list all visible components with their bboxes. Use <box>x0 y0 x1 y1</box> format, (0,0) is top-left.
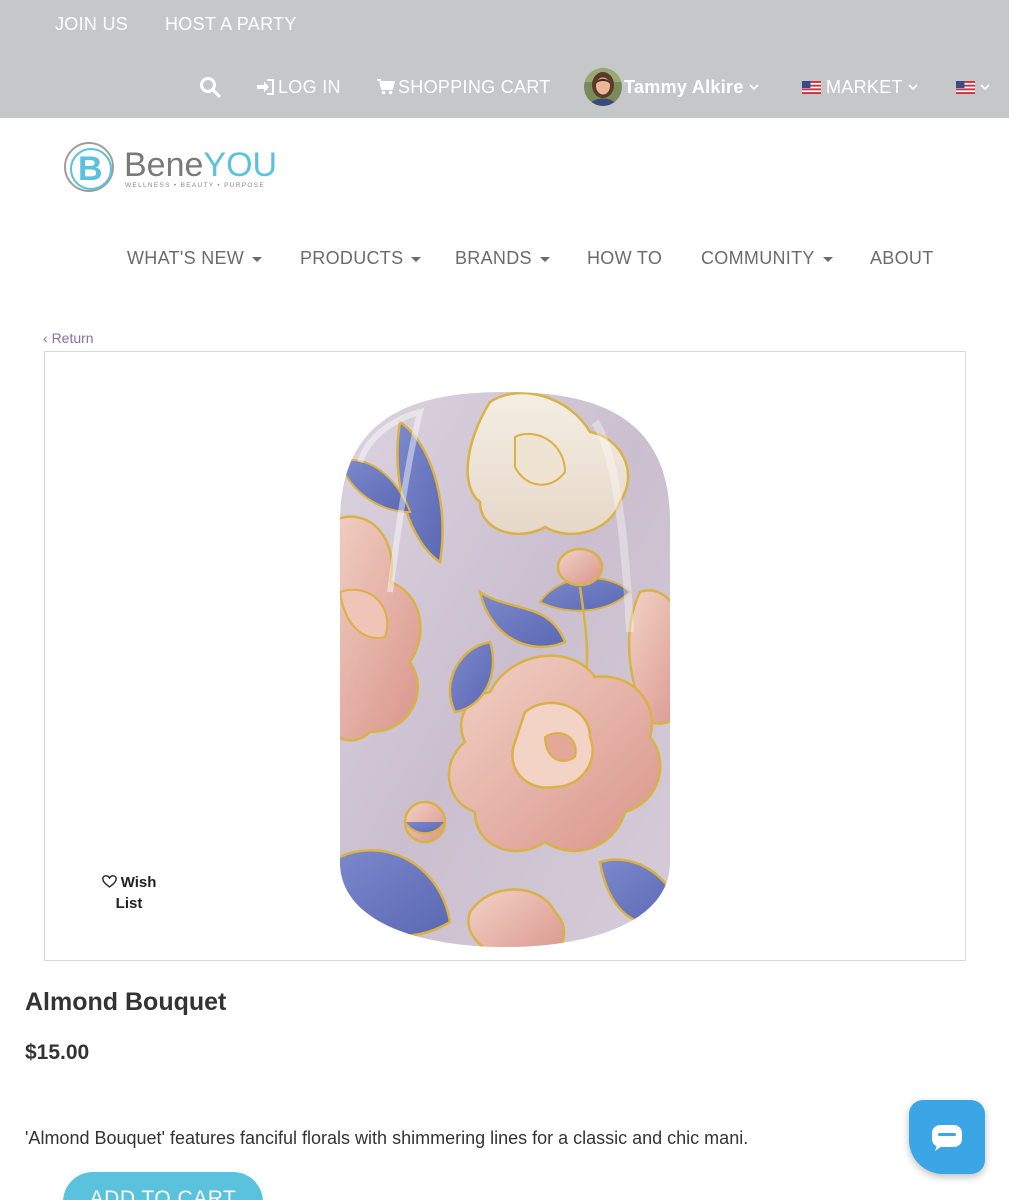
heart-outline-icon <box>101 875 117 888</box>
nav-how-to[interactable]: HOW TO <box>587 248 662 269</box>
chevron-down-icon <box>980 83 990 90</box>
logo-tagline: WELLNESS • BEAUTY • PURPOSE <box>125 182 265 189</box>
nav-label: COMMUNITY <box>701 248 815 268</box>
nav-label: WHAT'S NEW <box>127 248 245 268</box>
us-flag-icon <box>956 80 975 94</box>
svg-text:BeneYOU: BeneYOU <box>124 146 277 184</box>
product-price: $15.00 <box>25 1041 90 1064</box>
product-description: 'Almond Bouquet' features fanciful flora… <box>25 1128 749 1148</box>
login-label: LOG IN <box>278 76 341 97</box>
nav-label: ABOUT <box>870 248 934 268</box>
user-name: Tammy Alkire <box>624 76 744 97</box>
logo-name-part1: Bene <box>124 146 203 184</box>
market-selector[interactable]: MARKET <box>802 74 918 100</box>
chevron-down-icon <box>908 83 918 90</box>
chat-widget-button[interactable] <box>909 1100 985 1174</box>
chevron-down-icon <box>749 83 759 90</box>
chevron-left-icon: ‹ <box>43 330 48 346</box>
shopping-cart-link[interactable]: SHOPPING CART <box>377 74 551 100</box>
nav-label: BRANDS <box>455 248 532 268</box>
logo-letter: B <box>78 150 103 188</box>
beneyou-logo[interactable]: B BeneYOU WELLNESS • BEAUTY • PURPOSE <box>62 140 292 196</box>
caret-down-icon <box>252 257 263 262</box>
nav-label: PRODUCTS <box>300 248 404 268</box>
wish-list-label-line2: List <box>115 895 143 912</box>
chat-bubble-icon <box>932 1125 962 1151</box>
search-button[interactable] <box>199 74 221 100</box>
logo-name-part2: YOU <box>203 146 277 184</box>
search-icon <box>200 77 221 98</box>
product-title: Almond Bouquet <box>25 988 227 1016</box>
caret-down-icon <box>411 257 422 262</box>
nav-community[interactable]: COMMUNITY <box>701 248 833 269</box>
language-selector[interactable] <box>956 74 990 100</box>
main-navigation: WHAT'S NEW PRODUCTS BRANDS HOW TO COMMUN… <box>0 248 1009 274</box>
nav-about[interactable]: ABOUT <box>870 248 934 269</box>
return-label: Return <box>51 330 94 346</box>
nav-brands[interactable]: BRANDS <box>455 248 550 269</box>
top-utility-bar: JOIN US HOST A PARTY LOG IN SHOPPING CAR… <box>0 0 1009 118</box>
wish-list-label-line1: Wish <box>120 874 157 891</box>
shopping-cart-icon <box>377 79 395 95</box>
user-menu[interactable]: Tammy Alkire <box>584 68 759 106</box>
return-link[interactable]: ‹ Return <box>43 330 94 346</box>
add-to-cart-button[interactable]: ADD TO CART <box>63 1172 263 1200</box>
market-label: MARKET <box>826 76 903 97</box>
product-image-frame: Wish List <box>44 351 966 961</box>
nav-whats-new[interactable]: WHAT'S NEW <box>127 248 263 269</box>
login-link[interactable]: LOG IN <box>257 74 341 100</box>
avatar <box>584 68 622 106</box>
sign-in-icon <box>257 79 274 95</box>
us-flag-icon <box>802 80 821 94</box>
join-us-link[interactable]: JOIN US <box>55 14 128 35</box>
host-party-link[interactable]: HOST A PARTY <box>165 14 297 35</box>
nav-products[interactable]: PRODUCTS <box>300 248 422 269</box>
nav-label: HOW TO <box>587 248 663 268</box>
wish-list-button[interactable]: Wish List <box>93 872 165 914</box>
caret-down-icon <box>539 257 550 262</box>
cart-label: SHOPPING CART <box>398 76 551 97</box>
caret-down-icon <box>822 257 833 262</box>
nail-wrap-image <box>340 392 670 947</box>
